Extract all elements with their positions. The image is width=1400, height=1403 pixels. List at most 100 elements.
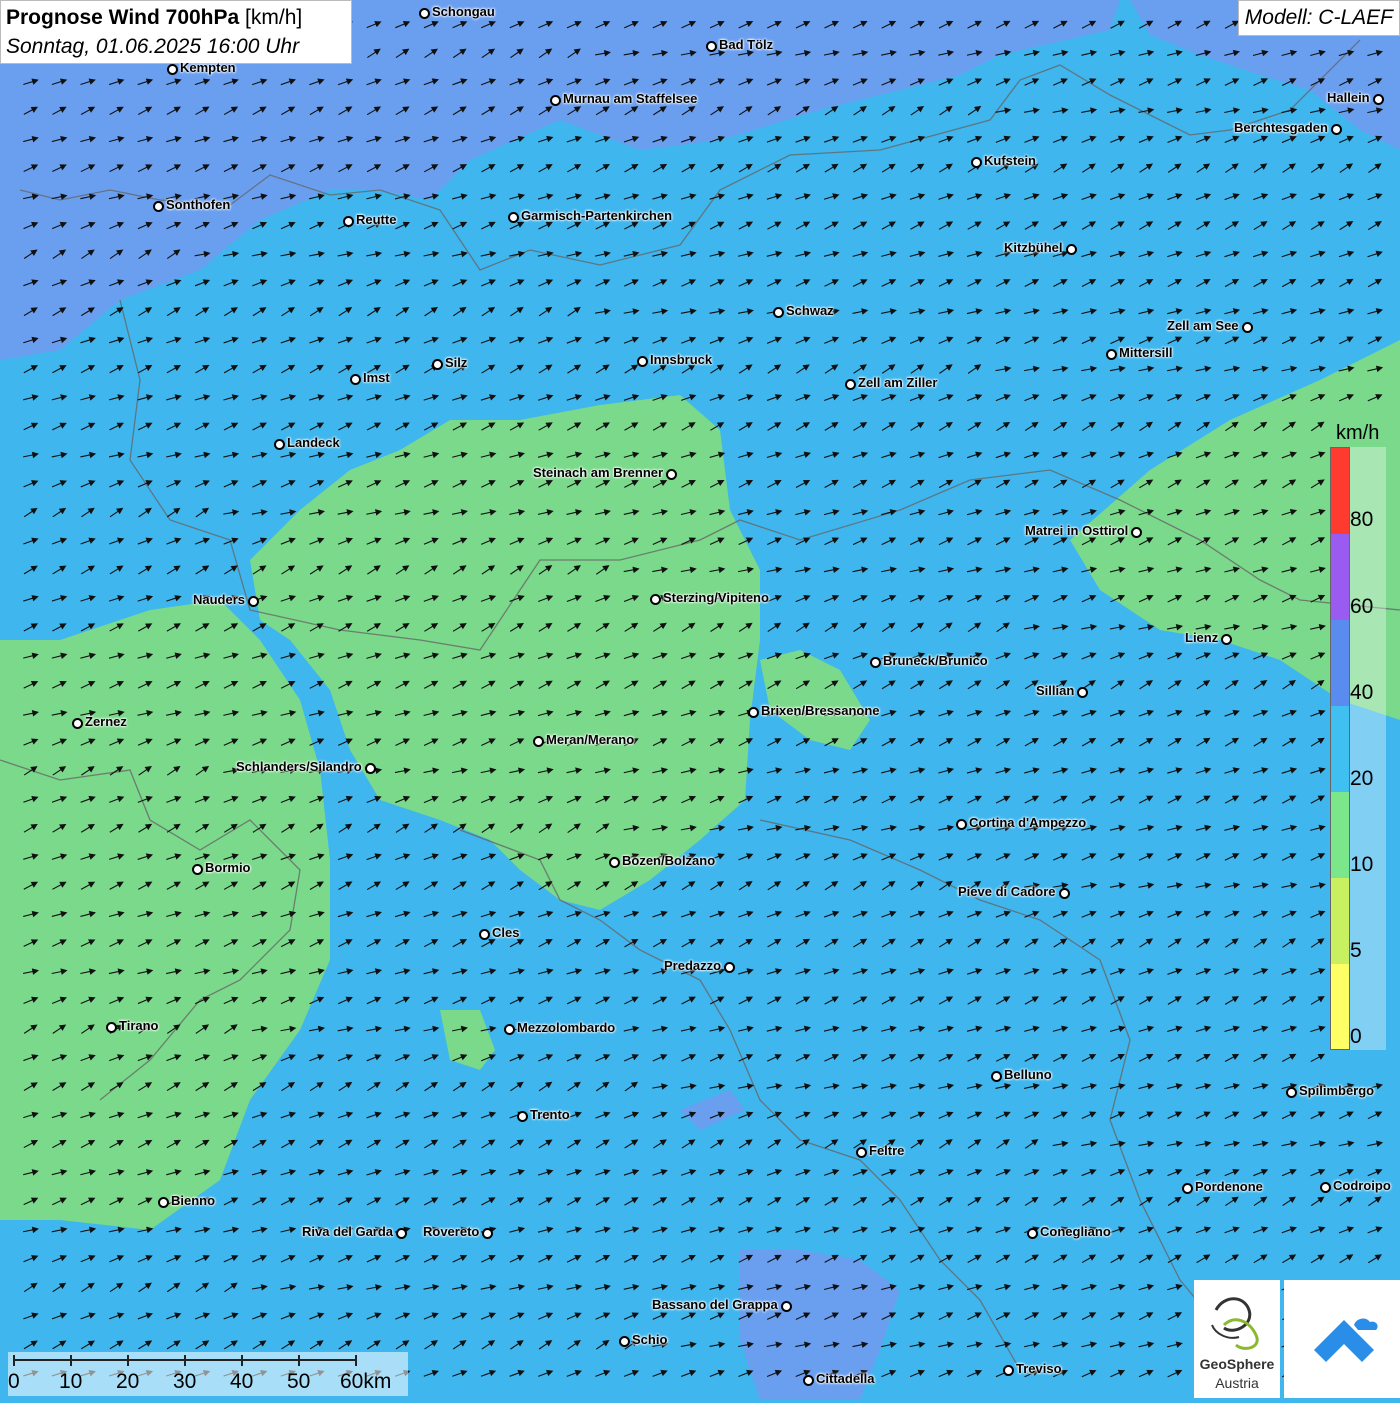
city-marker [991,1071,1002,1082]
city-label: Garmisch-Partenkirchen [521,208,673,223]
legend-label-10: 10 [1350,853,1374,876]
city-label: Schlanders/Silandro [236,759,362,774]
geosphere-logo-line2: Austria [1215,1375,1259,1391]
city-label: Conegliano [1040,1224,1111,1239]
city-label: Zell am See [1167,318,1239,333]
city-marker [508,212,519,223]
city-label: Imst [363,370,390,385]
city-label: Bassano del Grappa [652,1297,778,1312]
city-label: Schongau [432,4,495,19]
city-marker [1320,1182,1331,1193]
city-marker [956,819,967,830]
legend-segment-40 [1331,620,1349,706]
city-marker [72,718,83,729]
city-marker [1131,527,1142,538]
city-marker [482,1228,493,1239]
legend-segment-5 [1331,878,1349,964]
city-label: Pordenone [1195,1179,1263,1194]
city-label: Mittersill [1119,345,1173,360]
legend-label-0: 0 [1350,1025,1362,1048]
city-marker [1286,1087,1297,1098]
city-marker [706,41,717,52]
city-marker [432,359,443,370]
city-marker [609,857,620,868]
city-marker [1373,94,1384,105]
color-legend [1330,447,1350,1050]
map-title: Prognose Wind 700hPa [km/h] [6,3,346,32]
city-marker [1077,687,1088,698]
city-marker [343,216,354,227]
city-label: Pieve di Cadore [958,884,1056,899]
legend-segment-60 [1331,534,1349,620]
city-marker [1066,244,1077,255]
city-marker [106,1022,117,1033]
app-logo [1284,1280,1400,1398]
city-marker [479,929,490,940]
geosphere-logo-line1: GeoSphere [1199,1356,1275,1372]
city-marker [637,356,648,367]
city-label: Spilimbergo [1299,1083,1375,1098]
city-marker [1331,124,1342,135]
city-label: Tirano [119,1018,159,1033]
city-marker [167,64,178,75]
city-label: Feltre [869,1143,905,1158]
legend-label-40: 40 [1350,681,1374,704]
city-marker [1027,1228,1038,1239]
scale-label-10: 10 [59,1370,83,1393]
title-box: Prognose Wind 700hPa [km/h] Sonntag, 01.… [0,0,352,64]
legend-label-60: 60 [1350,595,1374,618]
scale-label-50: 50 [287,1370,311,1393]
city-label: Landeck [287,435,340,450]
city-marker [1003,1365,1014,1376]
city-marker [1182,1183,1193,1194]
legend-unit: km/h [1336,422,1380,444]
city-marker [1221,634,1232,645]
city-marker [1106,349,1117,360]
city-label: Bruneck/Brunico [883,653,988,668]
city-label: Silz [445,355,468,370]
city-label: Cortina d'Ampezzo [969,815,1087,830]
city-marker [153,201,164,212]
city-label: Sterzing/Vipiteno [663,590,769,605]
city-label: Brixen/Bressanone [761,703,880,718]
city-label: Bozen/Bolzano [622,853,716,868]
city-marker [619,1336,630,1347]
legend-segment-80 [1331,448,1349,534]
city-label: Riva del Garda [302,1224,394,1239]
city-marker [1242,322,1253,333]
city-label: Sonthofen [166,197,231,212]
legend-segment-0 [1331,964,1349,1049]
scale-label-40: 40 [230,1370,254,1393]
legend-segment-10 [1331,792,1349,878]
city-marker [192,864,203,875]
scale-label-30: 30 [173,1370,197,1393]
city-marker [365,763,376,774]
city-label: Meran/Merano [546,732,635,747]
city-marker [748,707,759,718]
city-label: Hallein [1327,90,1370,105]
city-label: Schwaz [786,303,834,318]
city-marker [533,736,544,747]
geosphere-logo-mark [1211,1297,1259,1350]
city-marker [803,1375,814,1386]
city-label: Bienno [171,1193,216,1208]
city-marker [396,1228,407,1239]
legend-label-80: 80 [1350,508,1374,531]
legend-label-20: 20 [1350,767,1374,790]
city-label: Kempten [180,60,236,75]
city-label: Innsbruck [650,352,713,367]
scale-label-20: 20 [116,1370,140,1393]
city-label: Lienz [1185,630,1219,645]
city-marker [650,594,661,605]
city-label: Berchtesgaden [1234,120,1328,135]
city-marker [350,374,361,385]
city-marker [504,1024,515,1035]
model-label: Modell: C-LAEF [1237,0,1400,36]
legend-label-5: 5 [1350,939,1362,962]
city-marker [158,1197,169,1208]
city-label: Belluno [1004,1067,1052,1082]
city-marker [419,8,430,19]
city-label: Bad Tölz [719,37,774,52]
city-label: Steinach am Brenner [533,465,664,480]
city-marker [550,95,561,106]
